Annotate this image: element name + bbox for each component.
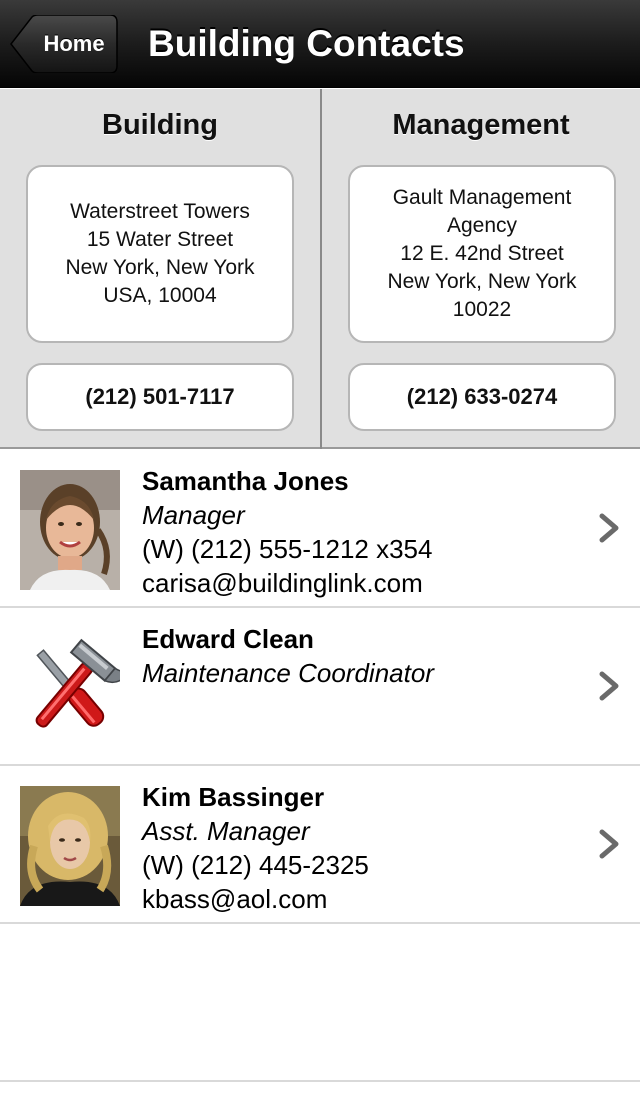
building-info-panel: Building Waterstreet Towers 15 Water Str… (0, 89, 640, 449)
avatar (20, 470, 120, 590)
building-address-line: USA, 10004 (103, 284, 217, 307)
management-address-line: New York, New York (387, 270, 577, 293)
building-phone-button[interactable]: (212) 501-7117 (26, 363, 294, 431)
building-address-box[interactable]: Waterstreet Towers 15 Water Street New Y… (26, 165, 294, 343)
home-back-button[interactable]: Home (10, 15, 118, 73)
management-column: Management Gault Management Agency 12 E.… (320, 89, 640, 449)
avatar (20, 786, 120, 906)
building-column: Building Waterstreet Towers 15 Water Str… (0, 89, 320, 449)
management-heading: Management (392, 109, 570, 141)
contact-phone: (W) (212) 555-1212 x354 (142, 534, 433, 564)
home-button-label: Home (43, 31, 105, 56)
contact-details: Edward Clean Maintenance Coordinator (142, 622, 582, 690)
contact-details: Samantha Jones Manager (W) (212) 555-121… (142, 464, 582, 600)
chevron-right-icon (599, 513, 619, 543)
contact-name: Kim Bassinger (142, 782, 325, 812)
contact-row-edward-clean[interactable]: Edward Clean Maintenance Coordinator (0, 608, 640, 766)
management-address-line: Agency (446, 214, 518, 237)
building-heading: Building (102, 109, 218, 141)
management-phone-button[interactable]: (212) 633-0274 (348, 363, 616, 431)
contact-phone: (W) (212) 445-2325 (142, 850, 369, 880)
chevron-right-icon (599, 671, 619, 701)
contact-role: Asst. Manager (142, 816, 310, 846)
management-address-line: Gault Management (392, 186, 572, 209)
contact-role: Maintenance Coordinator (142, 658, 434, 688)
tools-icon (20, 628, 120, 748)
navigation-bar: Home Building Contacts (0, 0, 640, 88)
contact-details: Kim Bassinger Asst. Manager (W) (212) 44… (142, 780, 582, 916)
management-address-line: 12 E. 42nd Street (400, 242, 564, 265)
management-address-line: 10022 (452, 298, 512, 321)
page-title: Building Contacts (148, 23, 465, 64)
chevron-right-icon (599, 829, 619, 859)
building-address-line: 15 Water Street (86, 228, 234, 251)
building-address-line: Waterstreet Towers (70, 200, 250, 223)
building-address-line: New York, New York (65, 256, 255, 279)
list-divider (0, 1080, 640, 1082)
management-address-box[interactable]: Gault Management Agency 12 E. 42nd Stree… (348, 165, 616, 343)
contact-row-samantha-jones[interactable]: Samantha Jones Manager (W) (212) 555-121… (0, 450, 640, 608)
contact-name: Edward Clean (142, 624, 314, 654)
contact-row-kim-bassinger[interactable]: Kim Bassinger Asst. Manager (W) (212) 44… (0, 766, 640, 924)
contact-name: Samantha Jones (142, 466, 349, 496)
contact-email: carisa@buildinglink.com (142, 568, 423, 598)
contact-email: kbass@aol.com (142, 884, 328, 914)
contact-role: Manager (142, 500, 245, 530)
